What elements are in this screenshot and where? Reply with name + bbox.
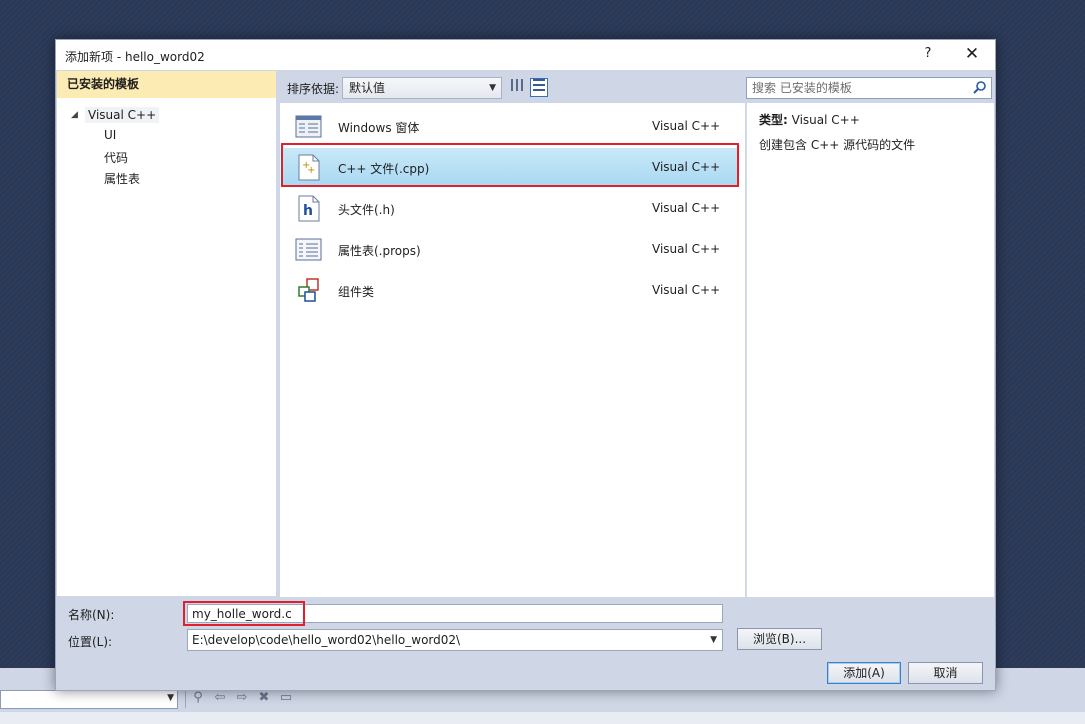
tree-node-code[interactable]: 代码 <box>104 149 128 166</box>
location-select[interactable]: E:\develop\code\hello_word02\hello_word0… <box>187 629 723 651</box>
template-search[interactable] <box>746 77 992 99</box>
template-item[interactable]: 属性表(.props) Visual C++ <box>282 230 737 269</box>
template-language: Visual C++ <box>652 283 721 297</box>
template-list: Windows 窗体 Visual C++ + + C++ 文件(.cpp) V… <box>280 103 745 597</box>
tree-node-property-sheet[interactable]: 属性表 <box>104 170 140 187</box>
bookmark-icon[interactable]: ⚲ <box>190 690 206 706</box>
template-name: 组件类 <box>338 285 375 299</box>
name-label: 名称(N): <box>68 608 115 622</box>
next-bookmark-icon[interactable]: ⇨ <box>234 690 250 706</box>
template-item-selected[interactable]: + + C++ 文件(.cpp) Visual C++ <box>282 148 737 187</box>
template-item[interactable]: 组件类 Visual C++ <box>282 271 737 310</box>
clear-bookmarks-icon[interactable]: ✖ <box>256 690 272 706</box>
template-language: Visual C++ <box>652 119 721 133</box>
template-name: 头文件(.h) <box>338 203 395 217</box>
cpp-file-icon: + + <box>298 154 320 181</box>
type-value: Visual C++ <box>787 113 860 127</box>
tree-node-ui[interactable]: UI <box>104 128 116 142</box>
chevron-down-icon: ▼ <box>167 693 174 703</box>
template-category-tree: ◢ Visual C++ UI 代码 属性表 <box>57 98 276 596</box>
dialog-titlebar: 添加新项 - hello_word02 ? ✕ <box>56 40 995 70</box>
toolbar-separator <box>185 690 186 708</box>
grid-view-icon <box>511 79 523 91</box>
browse-button[interactable]: 浏览(B)... <box>737 628 822 650</box>
header-file-icon: h <box>298 195 320 222</box>
close-button[interactable]: ✕ <box>956 44 988 66</box>
template-language: Visual C++ <box>652 242 721 256</box>
tree-expand-icon[interactable]: ◢ <box>71 110 85 120</box>
name-input[interactable] <box>188 605 726 622</box>
ide-toolbar-icons: ⚲ ⇦ ⇨ ✖ ▭ <box>190 690 294 706</box>
location-label: 位置(L): <box>68 635 113 649</box>
ide-toolbar-combo[interactable]: ▼ <box>0 690 178 709</box>
add-new-item-dialog: 添加新项 - hello_word02 ? ✕ 已安装的模板 ◢ Visual … <box>55 39 996 691</box>
prev-bookmark-icon[interactable]: ⇦ <box>212 690 228 706</box>
sort-by-value: 默认值 <box>349 81 386 95</box>
template-name: Windows 窗体 <box>338 121 420 135</box>
template-name: C++ 文件(.cpp) <box>338 162 430 176</box>
chevron-down-icon: ▼ <box>489 83 496 93</box>
svg-text:h: h <box>303 203 313 219</box>
ide-statusbar <box>0 712 1085 724</box>
installed-templates-header: 已安装的模板 <box>57 71 276 98</box>
search-icon[interactable] <box>973 80 987 94</box>
chevron-down-icon: ▼ <box>710 635 717 645</box>
add-button[interactable]: 添加(A) <box>827 662 901 684</box>
svg-text:+: + <box>307 165 315 176</box>
template-type: 类型: Visual C++ <box>759 111 860 128</box>
template-language: Visual C++ <box>652 160 721 174</box>
sort-by-select[interactable]: 默认值 ▼ <box>342 77 502 99</box>
cancel-button[interactable]: 取消 <box>908 662 983 684</box>
template-item[interactable]: Windows 窗体 Visual C++ <box>282 107 737 146</box>
location-value: E:\develop\code\hello_word02\hello_word0… <box>192 633 461 647</box>
template-name: 属性表(.props) <box>338 244 421 258</box>
small-icons-view-button[interactable] <box>508 78 526 97</box>
template-description: 创建包含 C++ 源代码的文件 <box>759 138 916 152</box>
component-class-icon <box>298 278 319 302</box>
windows-form-icon <box>295 115 322 138</box>
comment-icon[interactable]: ▭ <box>278 690 294 706</box>
details-view-button[interactable] <box>530 78 548 97</box>
tree-node-visual-cpp[interactable]: ◢ Visual C++ <box>71 107 160 123</box>
help-button[interactable]: ? <box>918 46 938 64</box>
property-sheet-icon <box>295 238 322 261</box>
template-item[interactable]: h 头文件(.h) Visual C++ <box>282 189 737 228</box>
template-details-panel: 类型: Visual C++ 创建包含 C++ 源代码的文件 <box>746 103 994 597</box>
tree-node-label: Visual C++ <box>85 107 160 123</box>
name-field[interactable] <box>187 604 726 623</box>
list-view-icon <box>533 79 545 91</box>
sort-by-label: 排序依据: <box>287 82 340 96</box>
template-language: Visual C++ <box>652 201 721 215</box>
search-input[interactable] <box>747 78 962 98</box>
type-label: 类型: <box>759 113 788 127</box>
dialog-title: 添加新项 - hello_word02 <box>65 50 205 64</box>
